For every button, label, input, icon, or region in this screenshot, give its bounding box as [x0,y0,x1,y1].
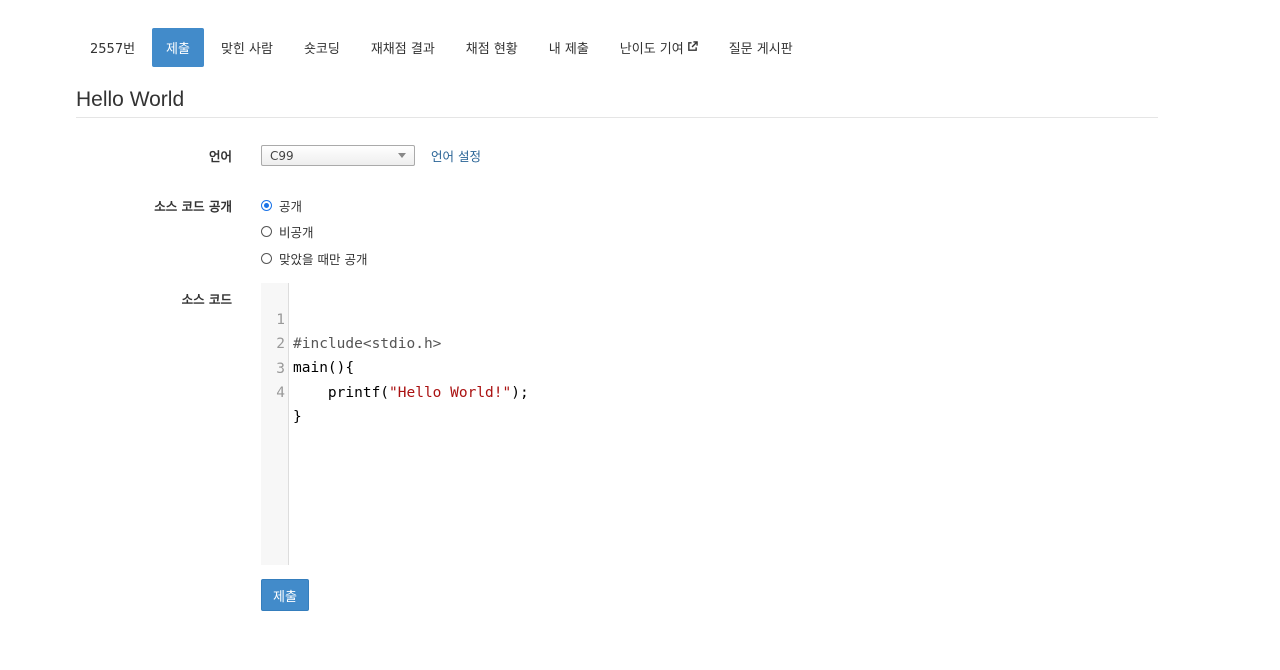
visibility-option-private[interactable]: 비공개 [261,222,314,241]
tab-problem-number[interactable]: 2557번 [76,28,149,67]
page-title: Hello World [76,88,185,111]
problem-tabs: 2557번 제출 맞힌 사람 숏코딩 재채점 결과 채점 현황 내 제출 난이도… [76,28,810,67]
tab-label: 2557번 [90,42,136,57]
language-selected-value: C99 [270,149,294,163]
radio-button-checked[interactable] [261,200,272,211]
source-code-label: 소스 코드 [181,292,232,307]
title-divider [76,117,1158,118]
tab-label: 숏코딩 [303,42,340,57]
tab-judge-status[interactable]: 채점 현황 [452,28,532,67]
line-text: #include<stdio.h> [293,336,442,352]
language-settings-link[interactable]: 언어 설정 [431,146,481,165]
external-link-icon [687,41,698,51]
code-editor[interactable]: 1 #include<stdio.h> 2 main(){ 3 printf("… [261,283,1141,565]
language-select[interactable]: C99 [261,145,415,166]
tab-label: 질문 게시판 [728,42,793,57]
radio-button[interactable] [261,253,272,264]
code-line: 1 #include<stdio.h> [261,284,441,352]
visibility-label: 소스 코드 공개 [154,199,232,214]
code-line: 3 printf("Hello World!"); [261,333,528,401]
radio-label: 맞았을 때만 공개 [279,252,368,267]
submit-page: 2557번 제출 맞힌 사람 숏코딩 재채점 결과 채점 현황 내 제출 난이도… [0,0,1280,670]
tab-label: 난이도 기여 [619,42,684,57]
tab-label: 채점 현황 [465,42,518,57]
line-text: printf("Hello World!"); [293,385,529,401]
tab-short-coding[interactable]: 숏코딩 [290,28,354,67]
tab-difficulty-contribution[interactable]: 난이도 기여 [606,28,712,67]
visibility-option-public[interactable]: 공개 [261,196,302,215]
language-label: 언어 [208,149,232,164]
tab-label: 재채점 결과 [370,42,435,57]
code-line: 4 } [261,357,313,425]
string-literal: "Hello World!" [389,385,512,401]
tab-submit[interactable]: 제출 [152,28,204,67]
line-text: } [293,409,302,425]
submit-button[interactable]: 제출 [261,579,309,611]
radio-label: 비공개 [279,225,314,240]
tab-label: 내 제출 [548,42,589,57]
tab-rejudge-results[interactable]: 재채점 결과 [357,28,449,67]
tab-label: 맞힌 사람 [220,42,273,57]
radio-label: 공개 [279,199,303,214]
code-line: 2 main(){ [261,308,354,376]
chevron-down-icon [398,153,406,158]
line-number: 4 [276,385,285,401]
visibility-option-public-if-correct[interactable]: 맞았을 때만 공개 [261,249,367,268]
tab-solved-users[interactable]: 맞힌 사람 [207,28,287,67]
tab-my-submissions[interactable]: 내 제출 [535,28,603,67]
tab-label: 제출 [166,42,190,57]
tab-question-board[interactable]: 질문 게시판 [715,28,807,67]
radio-button[interactable] [261,226,272,237]
